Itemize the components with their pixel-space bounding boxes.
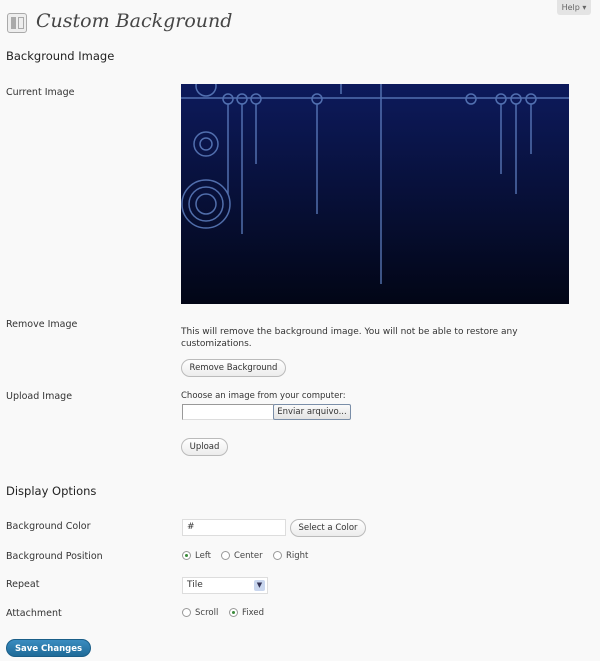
option-label: Right bbox=[286, 551, 309, 561]
repeat-select[interactable]: Tile ▼ bbox=[182, 577, 268, 594]
position-left-radio[interactable]: Left bbox=[182, 551, 211, 561]
help-button[interactable]: Help ▾ bbox=[557, 0, 591, 15]
option-label: Center bbox=[234, 551, 263, 561]
radio-icon bbox=[273, 551, 282, 560]
repeat-label: Repeat bbox=[6, 579, 40, 590]
upload-button[interactable]: Upload bbox=[181, 438, 228, 456]
remove-background-button[interactable]: Remove Background bbox=[181, 359, 286, 377]
page-title: Custom Background bbox=[36, 10, 233, 32]
attachment-scroll-radio[interactable]: Scroll bbox=[182, 608, 218, 618]
radio-icon bbox=[221, 551, 230, 560]
background-color-label: Background Color bbox=[6, 521, 91, 532]
chevron-down-icon: ▼ bbox=[254, 580, 265, 591]
repeat-selected-value: Tile bbox=[187, 580, 203, 590]
file-input[interactable] bbox=[182, 404, 274, 420]
attachment-label: Attachment bbox=[6, 608, 62, 619]
background-position-label: Background Position bbox=[6, 551, 103, 562]
choose-image-label: Choose an image from your computer: bbox=[181, 391, 346, 401]
appearance-icon bbox=[7, 13, 27, 33]
option-label: Left bbox=[195, 551, 211, 561]
radio-checked-icon bbox=[182, 551, 191, 560]
radio-icon bbox=[182, 608, 191, 617]
position-center-radio[interactable]: Center bbox=[221, 551, 263, 561]
upload-image-label: Upload Image bbox=[6, 391, 73, 402]
option-label: Fixed bbox=[242, 608, 265, 618]
remove-description: This will remove the background image. Y… bbox=[181, 327, 518, 349]
current-background-image bbox=[181, 84, 569, 304]
browse-file-button[interactable]: Enviar arquivo... bbox=[273, 404, 351, 420]
attachment-fixed-radio[interactable]: Fixed bbox=[229, 608, 264, 618]
current-image-label: Current Image bbox=[6, 87, 75, 98]
section-heading-display-options: Display Options bbox=[6, 484, 97, 498]
position-right-radio[interactable]: Right bbox=[273, 551, 308, 561]
save-changes-button[interactable]: Save Changes bbox=[6, 639, 91, 657]
radio-checked-icon bbox=[229, 608, 238, 617]
background-color-input[interactable]: # bbox=[182, 519, 286, 536]
option-label: Scroll bbox=[195, 608, 219, 618]
section-heading-background-image: Background Image bbox=[6, 49, 115, 63]
select-color-button[interactable]: Select a Color bbox=[290, 519, 366, 537]
remove-image-label: Remove Image bbox=[6, 319, 78, 330]
